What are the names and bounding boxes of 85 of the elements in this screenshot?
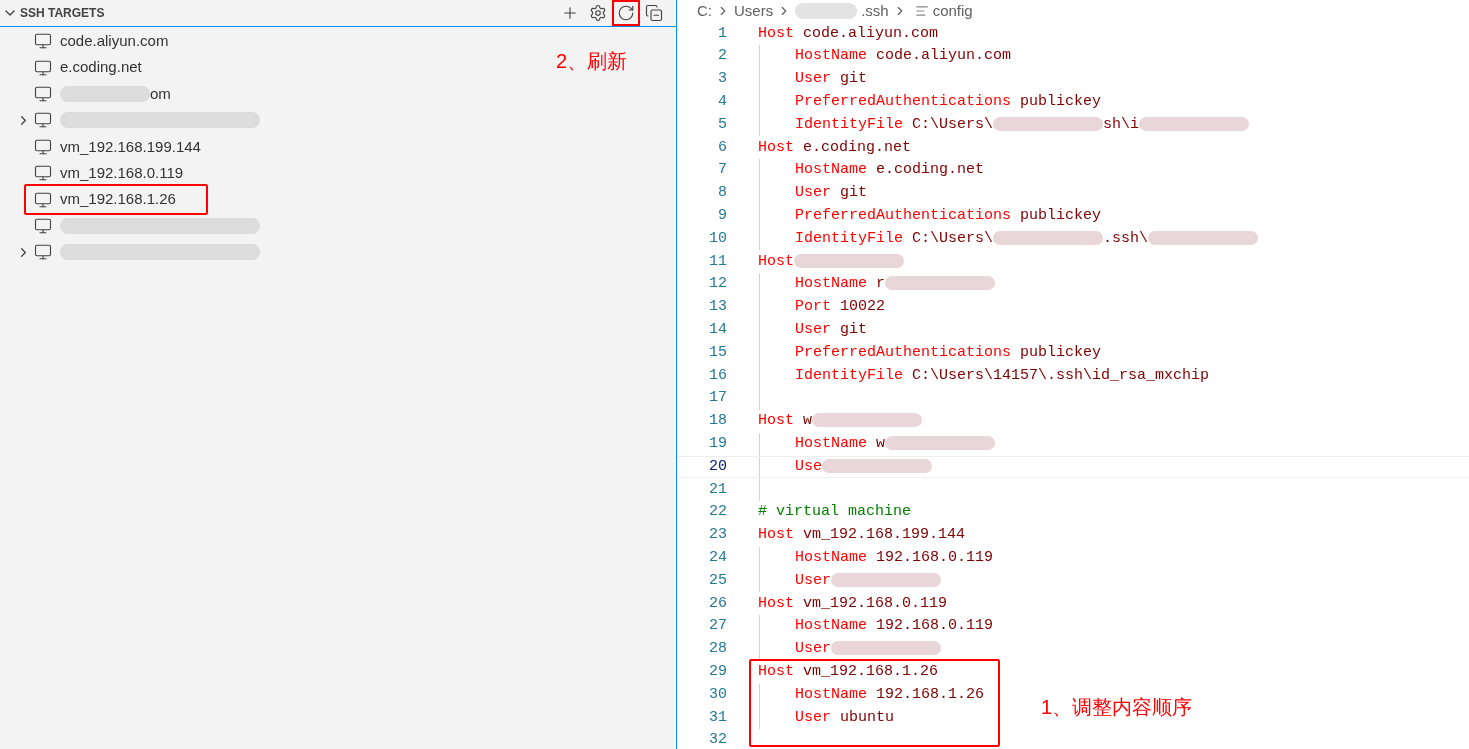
- breadcrumb-item[interactable]: Users: [734, 0, 774, 23]
- code-line: PreferredAuthentications publickey: [795, 206, 1102, 226]
- line-number: 25: [708, 570, 727, 591]
- code-line: User: [795, 569, 941, 593]
- code-line: HostName e.coding.net: [795, 160, 985, 181]
- line-number: 8: [717, 183, 727, 204]
- code-line: User ubuntu: [795, 707, 895, 728]
- code-line: User: [795, 638, 941, 661]
- code-line: Host: [758, 250, 904, 274]
- line-number: 16: [708, 365, 727, 386]
- line-number: 23: [708, 525, 727, 546]
- monitor-icon: [34, 243, 52, 262]
- monitor-icon: [34, 58, 52, 77]
- line-number: 17: [708, 388, 727, 409]
- monitor-icon: [34, 216, 52, 235]
- code-line: HostName code.aliyun.com: [795, 46, 1012, 67]
- line-number: 31: [708, 707, 727, 728]
- line-number: 30: [708, 684, 727, 705]
- section-title: SSH TARGETS: [20, 5, 105, 22]
- line-number: 1: [717, 23, 727, 44]
- code-line: HostName w: [795, 433, 996, 456]
- tree-item[interactable]: code.aliyun.com: [12, 28, 169, 55]
- line-number: 28: [708, 639, 727, 660]
- line-number: 7: [717, 160, 727, 181]
- code-line: HostName 192.168.1.26: [795, 684, 985, 705]
- tree-item[interactable]: e.coding.net: [12, 54, 142, 81]
- line-number: 21: [708, 479, 727, 500]
- code-line: IdentityFile C:\Users\14157\.ssh\id_rsa_mxchip: [795, 365, 1210, 386]
- line-number: 27: [708, 616, 727, 637]
- refresh-icon[interactable]: [612, 0, 640, 26]
- line-number: 19: [708, 434, 727, 454]
- breadcrumb-item[interactable]: C:: [697, 0, 712, 23]
- line-number: 22: [708, 502, 727, 523]
- line-number: 24: [708, 547, 727, 568]
- file-icon: [914, 4, 929, 19]
- line-number: 12: [708, 274, 727, 295]
- tree-item[interactable]: vm_192.168.1.26: [12, 186, 176, 213]
- blurred-folder: [795, 3, 858, 20]
- line-number: 32: [708, 730, 727, 749]
- code-line: Port 10022: [795, 297, 886, 318]
- line-number: 14: [708, 320, 727, 340]
- code-line: User git: [795, 183, 868, 204]
- line-number: 26: [708, 593, 727, 614]
- line-number: 6: [717, 137, 727, 158]
- line-number: 20: [708, 456, 727, 477]
- monitor-icon: [34, 137, 52, 156]
- code-line: PreferredAuthentications publickey: [795, 342, 1102, 363]
- code-line: PreferredAuthentications publickey: [795, 92, 1102, 113]
- code-line: HostName 192.168.0.119: [795, 616, 994, 637]
- line-number: 9: [717, 206, 727, 226]
- code-line: Host vm_192.168.0.119: [758, 593, 948, 614]
- code-line: Host w: [758, 410, 923, 433]
- monitor-icon: [34, 164, 52, 183]
- code-line: Host code.aliyun.com: [758, 23, 939, 44]
- line-number: 15: [708, 342, 727, 363]
- code-line: Host vm_192.168.199.144: [758, 525, 966, 546]
- code-line: HostName 192.168.0.119: [795, 547, 994, 568]
- breadcrumb-item[interactable]: config: [932, 0, 973, 23]
- tree-item[interactable]: om: [12, 80, 171, 107]
- monitor-icon: [34, 190, 52, 209]
- annotation-text: 1、调整内容顺序: [1041, 695, 1193, 720]
- line-number: 4: [717, 92, 727, 113]
- code-line: IdentityFile C:\Users\ .ssh\: [795, 227, 1259, 251]
- monitor-icon: [34, 84, 52, 103]
- monitor-icon: [34, 32, 52, 51]
- tree-item[interactable]: vm_192.168.199.144: [12, 133, 201, 160]
- code-line: User git: [795, 69, 868, 90]
- line-number: 11: [708, 251, 727, 272]
- line-number: 18: [708, 411, 727, 432]
- line-number: 5: [717, 114, 727, 135]
- line-number: 2: [717, 46, 727, 67]
- line-number: 10: [708, 228, 727, 249]
- line-number: 3: [717, 69, 727, 90]
- breadcrumb-item[interactable]: .ssh: [861, 0, 889, 23]
- line-number: 29: [708, 661, 727, 682]
- code-line: HostName r: [795, 273, 996, 296]
- code-line: # virtual machine: [758, 502, 912, 523]
- tree-item[interactable]: vm_192.168.0.119: [12, 160, 184, 187]
- code-line: IdentityFile C:\Users\ sh\i: [795, 113, 1250, 137]
- code-line: Host e.coding.net: [758, 137, 912, 158]
- code-line: User git: [795, 320, 868, 340]
- annotation-text: 2、刷新: [556, 49, 628, 74]
- line-number: 13: [708, 297, 727, 318]
- monitor-icon: [34, 111, 52, 130]
- code-line: Host vm_192.168.1.26: [758, 661, 939, 682]
